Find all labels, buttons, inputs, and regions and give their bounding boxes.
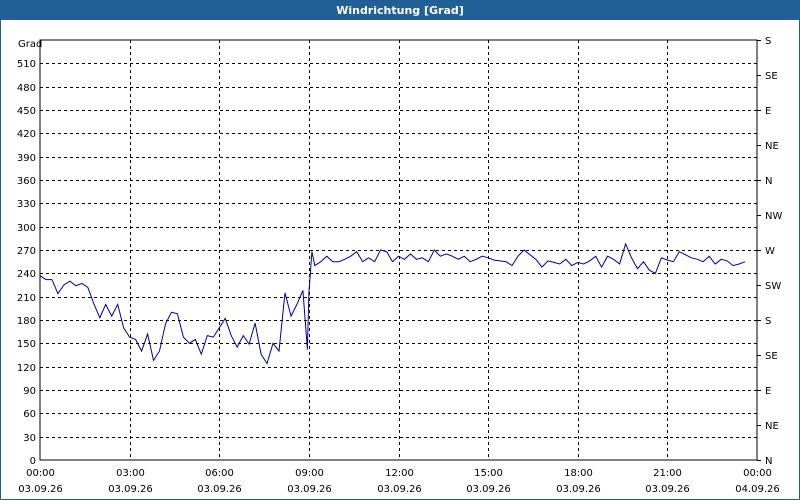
y-tick-label: 30 [23, 433, 36, 444]
right-tick-label: N [765, 176, 772, 187]
y-tick-label: 420 [17, 129, 36, 140]
x-tick-date: 03.09.26 [108, 484, 153, 495]
x-tick-date: 03.09.26 [556, 484, 601, 495]
x-tick-time: 09:00 [295, 468, 324, 479]
left-axis: 0 30 60 90 120 150 180 210 240 270 300 330 360 390 420… [17, 59, 36, 467]
right-tick-label: E [765, 106, 771, 117]
right-tick-label: E [765, 386, 771, 397]
y-tick-label: 180 [17, 316, 36, 327]
x-tick-date: 03.09.26 [466, 484, 511, 495]
wind-direction-chart: 0 30 60 90 120 150 180 210 240 270 300 330 360 390 420… [17, 36, 783, 495]
y-tick-label: 150 [17, 339, 36, 350]
plot-area [39, 39, 758, 461]
right-tick-label: SW [765, 281, 781, 292]
right-tick-label: NE [765, 421, 779, 432]
x-tick-time: 06:00 [205, 468, 234, 479]
y-tick-label: 360 [17, 176, 36, 187]
y-tick-label: 60 [23, 409, 36, 420]
x-tick-date: 03.09.26 [197, 484, 242, 495]
y-tick-label: 450 [17, 106, 36, 117]
right-tick-label: S [765, 316, 771, 327]
x-tick-date: 03.09.26 [18, 484, 63, 495]
x-tick-time: 15:00 [474, 468, 503, 479]
x-tick-time: 21:00 [653, 468, 682, 479]
x-tick-time: 18:00 [564, 468, 593, 479]
y-tick-label: 120 [17, 363, 36, 374]
right-tick-label: NW [765, 211, 782, 222]
x-tick-time: 03:00 [116, 468, 145, 479]
x-tick-time: 00:00 [26, 468, 55, 479]
x-tick-date: 03.09.26 [645, 484, 690, 495]
y-tick-label: 0 [30, 456, 36, 467]
right-tick-label: N [765, 456, 772, 467]
y-tick-label: 480 [17, 83, 36, 94]
x-tick-date: 03.09.26 [287, 484, 332, 495]
right-tick-label: SE [765, 71, 778, 82]
y-axis-title: Grad [18, 39, 42, 50]
x-tick-date: 04.09.26 [735, 484, 780, 495]
x-tick-time: 12:00 [385, 468, 414, 479]
x-tick-time: 00:00 [743, 468, 772, 479]
right-tick-label: SE [765, 351, 778, 362]
y-tick-label: 300 [17, 223, 36, 234]
x-axis: 00:00 03.09.26 03:00 03.09.26 06:00 03.09.26 0… [18, 468, 780, 495]
y-tick-label: 240 [17, 269, 36, 280]
y-tick-label: 390 [17, 153, 36, 164]
y-tick-label: 330 [17, 199, 36, 210]
right-tick-label: W [765, 246, 775, 257]
y-tick-label: 510 [17, 59, 36, 70]
x-tick-date: 03.09.26 [377, 484, 422, 495]
right-tick-label: NE [765, 141, 779, 152]
y-tick-label: 90 [23, 386, 36, 397]
y-tick-label: 270 [17, 246, 36, 257]
right-axis: N NE E SE S SW W NW N NE E SE S [757, 36, 782, 467]
right-tick-label: S [765, 36, 771, 47]
y-tick-label: 210 [17, 293, 36, 304]
